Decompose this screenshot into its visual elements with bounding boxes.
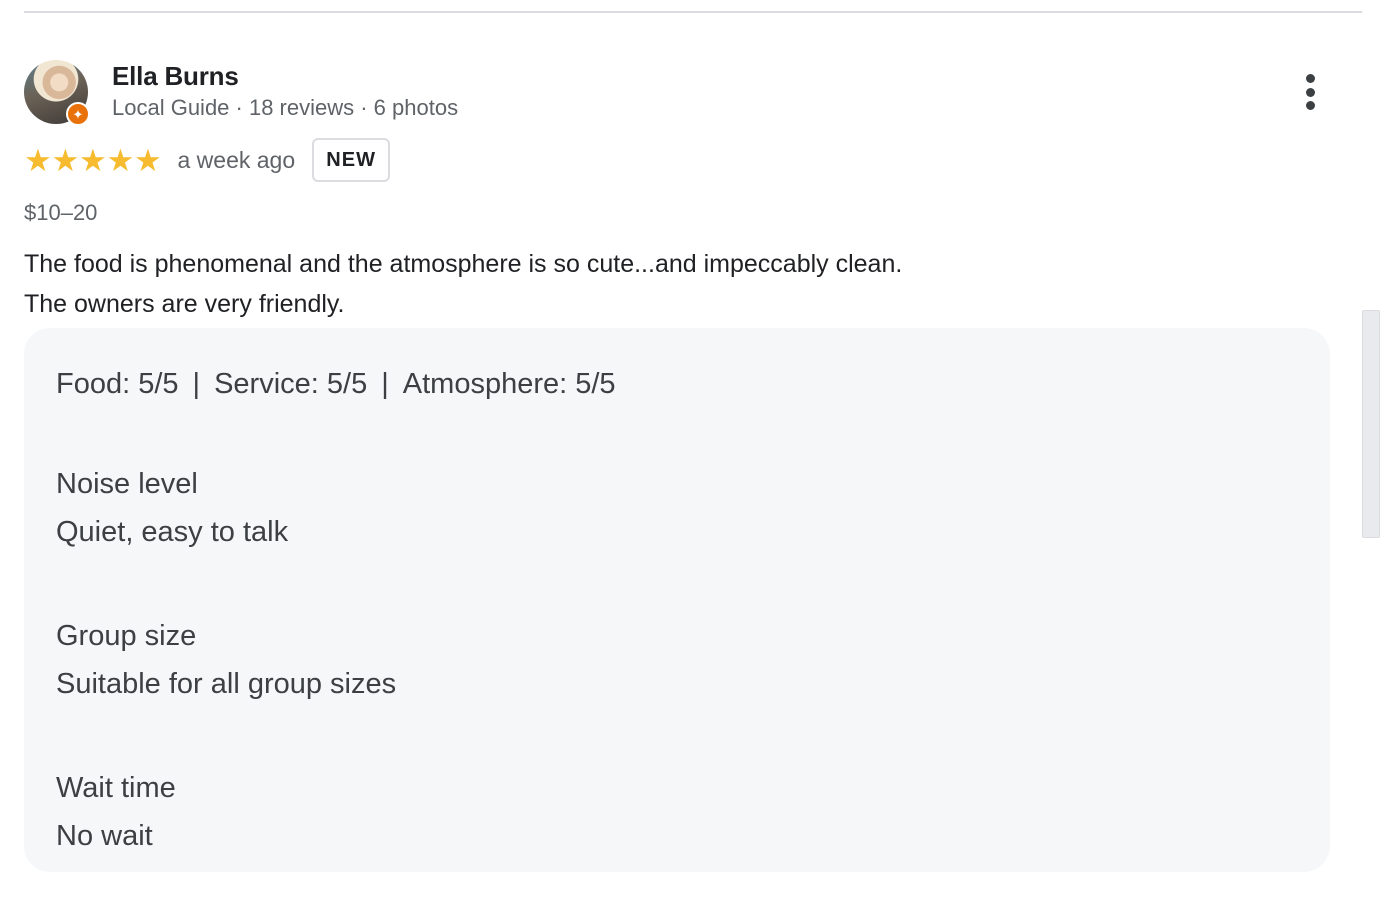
- separator: |: [192, 368, 201, 400]
- avatar[interactable]: ✦: [24, 60, 90, 126]
- detail-value: Suitable for all group sizes: [56, 668, 397, 700]
- detail-group-size: Group size Suitable for all group sizes: [56, 612, 1298, 708]
- new-badge: NEW: [312, 138, 391, 182]
- atmosphere-rating: Atmosphere: 5/5: [402, 368, 616, 400]
- review-details-panel: Food: 5/5 | Service: 5/5 | Atmosphere: 5/5 N…: [24, 328, 1330, 872]
- service-rating: Service: 5/5: [214, 368, 368, 400]
- more-options-icon[interactable]: [1304, 74, 1316, 110]
- detail-title: Group size: [56, 620, 197, 652]
- rating-row: ★ ★ ★ ★ ★ a week ago NEW: [24, 138, 1330, 182]
- local-guide-badge-icon: ✦: [66, 102, 90, 126]
- reviewer-meta: Local Guide · 18 reviews · 6 photos: [112, 95, 459, 120]
- review-time: a week ago: [177, 146, 296, 173]
- review-text-line: The food is phenomenal and the atmospher…: [24, 250, 903, 278]
- detail-title: Noise level: [56, 468, 198, 500]
- reviewer-name[interactable]: Ella Burns: [112, 60, 458, 92]
- star-rating: ★ ★ ★ ★ ★: [24, 145, 162, 176]
- food-rating: Food: 5/5: [56, 368, 179, 400]
- star-icon: ★: [134, 142, 162, 178]
- sub-ratings: Food: 5/5 | Service: 5/5 | Atmosphere: 5/5: [56, 364, 1298, 404]
- detail-noise-level: Noise level Quiet, easy to talk: [56, 460, 1298, 556]
- detail-value: Quiet, easy to talk: [56, 516, 289, 548]
- reviewer-info: Ella Burns Local Guide · 18 reviews · 6 …: [112, 60, 458, 124]
- review-text: The food is phenomenal and the atmospher…: [24, 244, 1330, 324]
- star-icon: ★: [24, 142, 52, 178]
- review-header: ✦ Ella Burns Local Guide · 18 reviews · …: [24, 60, 1330, 126]
- top-divider: [24, 11, 1362, 13]
- star-icon: ★: [51, 142, 80, 178]
- detail-title: Wait time: [56, 772, 176, 804]
- price-range: $10–20: [24, 200, 98, 225]
- detail-wait-time: Wait time No wait: [56, 764, 1298, 860]
- detail-value: No wait: [56, 820, 153, 852]
- star-icon: ★: [106, 142, 135, 178]
- star-icon: ★: [79, 142, 107, 178]
- separator: |: [381, 368, 389, 400]
- review-card: ✦ Ella Burns Local Guide · 18 reviews · …: [24, 60, 1330, 872]
- review-text-line: The owners are very friendly.: [24, 290, 345, 318]
- scrollbar[interactable]: [1362, 310, 1380, 538]
